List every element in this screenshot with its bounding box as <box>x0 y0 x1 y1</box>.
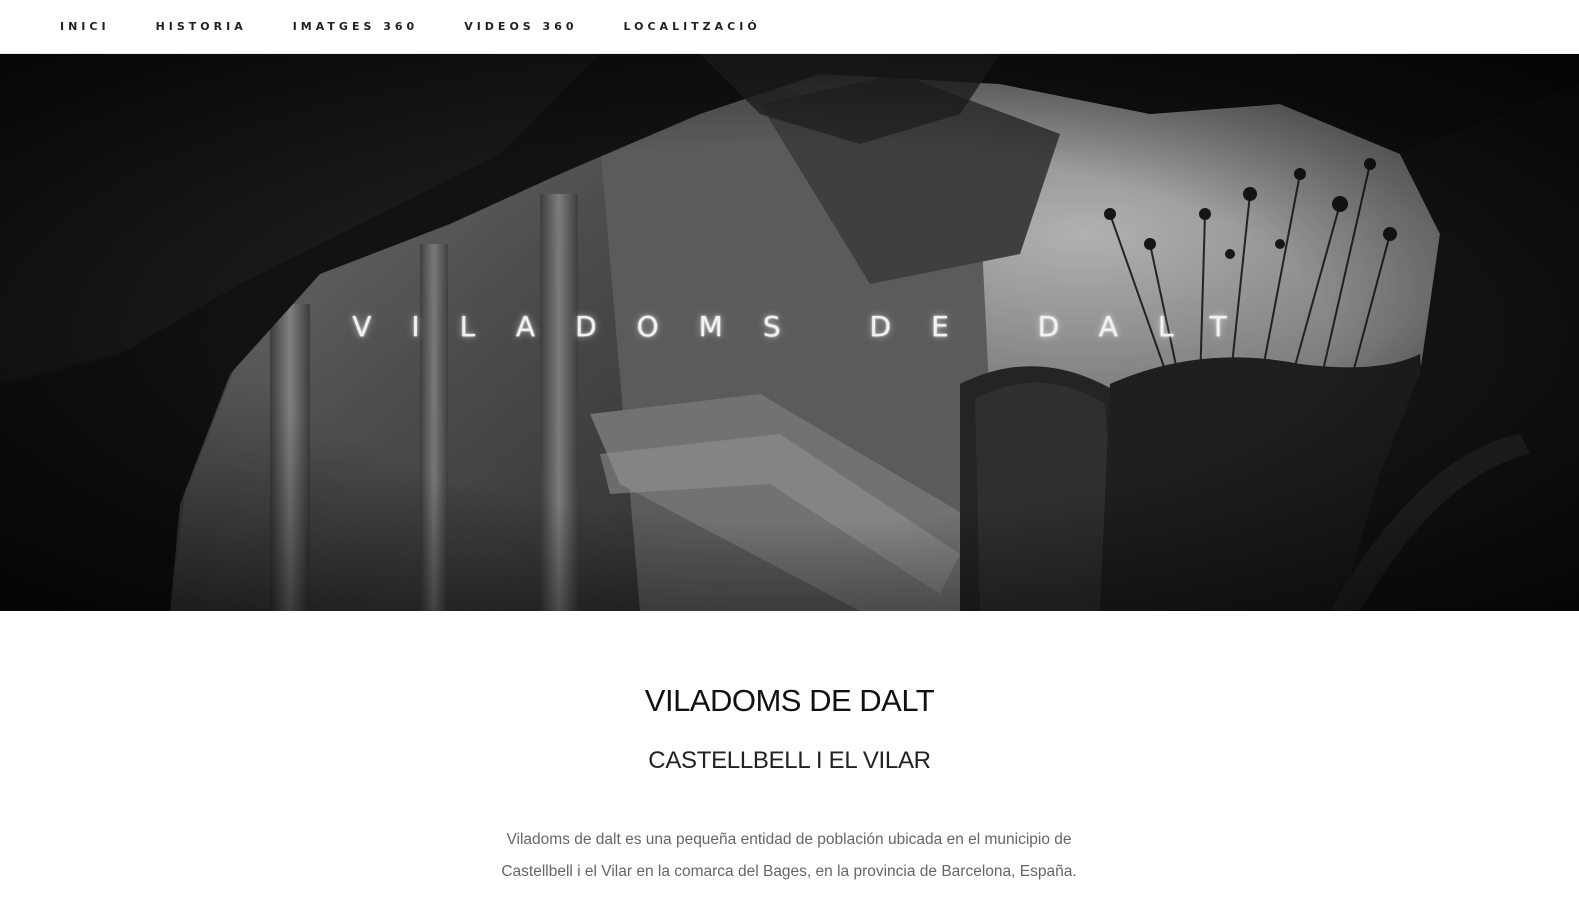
hero-banner: VILADOMS DE DALT <box>0 54 1579 611</box>
nav-item-inici[interactable]: INICI <box>60 20 110 33</box>
nav-item-historia[interactable]: HISTORIA <box>156 20 247 33</box>
top-navigation-bar: INICI HISTORIA IMATGES 360 VIDEOS 360 LO… <box>0 0 1579 54</box>
nav-menu: INICI HISTORIA IMATGES 360 VIDEOS 360 LO… <box>60 20 807 33</box>
page-title: VILADOMS DE DALT <box>644 683 935 718</box>
intro-paragraph: Viladoms de dalt es una pequeña entidad … <box>501 831 1077 880</box>
nav-item-localitzacio[interactable]: LOCALITZACIÓ <box>624 20 761 33</box>
nav-item-videos-360[interactable]: VIDEOS 360 <box>464 20 577 33</box>
nav-item-imatges-360[interactable]: IMATGES 360 <box>293 20 418 33</box>
main-content: VILADOMS DE DALT CASTELLBELL I EL VILAR … <box>0 611 1579 899</box>
hero-title: VILADOMS DE DALT <box>352 310 1267 343</box>
page-subtitle: CASTELLBELL I EL VILAR <box>648 747 931 774</box>
